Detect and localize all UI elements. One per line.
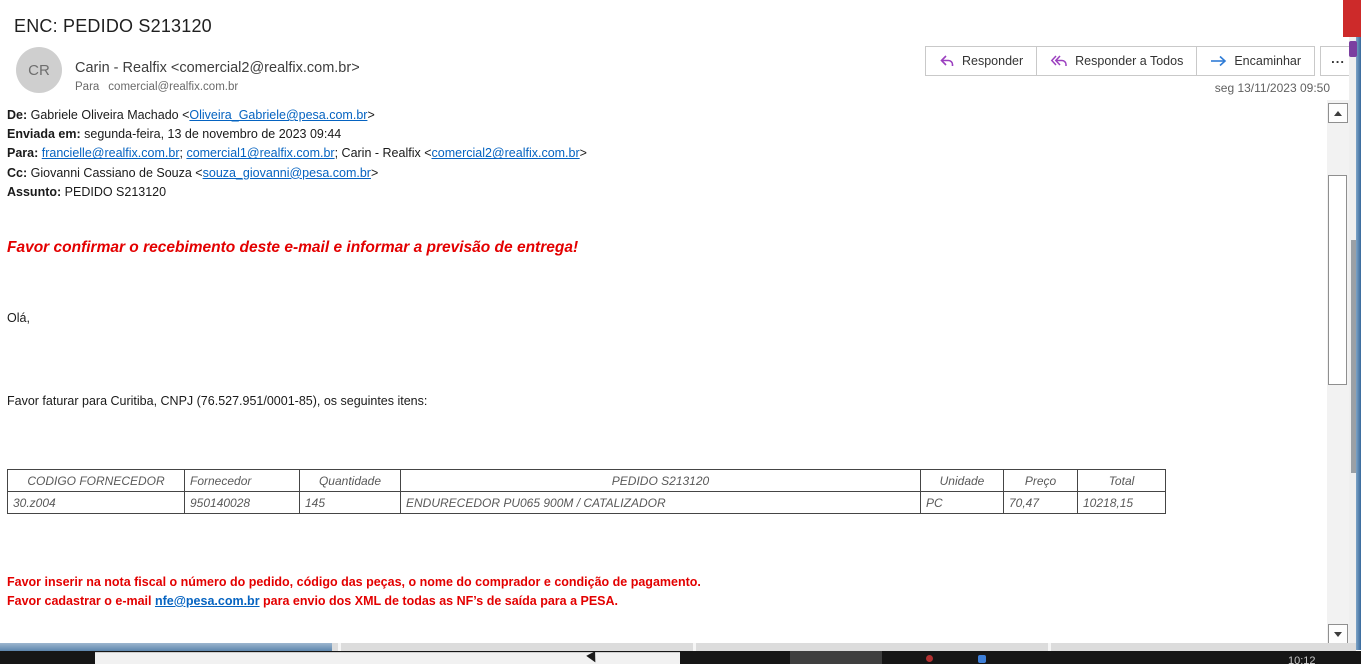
header-line-assunto: Assunto: PEDIDO S213120 — [7, 183, 587, 202]
reply-button[interactable]: Responder — [925, 46, 1037, 76]
text-segment: Gabriele Oliveira Machado < — [31, 108, 190, 122]
reply-icon — [939, 54, 955, 68]
cell-pedido-descricao: ENDURECEDOR PU065 900M / CATALIZADOR — [401, 492, 921, 514]
scrollbar-divider — [1048, 643, 1051, 651]
col-quantidade: Quantidade — [300, 470, 401, 492]
to-label: Para — [75, 81, 99, 93]
message-subject: ENC: PEDIDO S213120 — [14, 16, 212, 37]
background-close-button[interactable] — [1343, 0, 1361, 37]
text-segment: Favor cadastrar o e-mail — [7, 594, 155, 608]
vertical-scrollbar-thumb[interactable] — [1328, 175, 1347, 385]
cell-quantidade: 145 — [300, 492, 401, 514]
scrollbar-divider — [338, 643, 341, 651]
scroll-up-button[interactable] — [1328, 103, 1348, 123]
horizontal-scrollbar-thumb[interactable] — [0, 643, 332, 651]
triangle-down-icon — [1334, 632, 1342, 637]
reply-all-label: Responder a Todos — [1075, 54, 1183, 68]
email-link[interactable]: comercial2@realfix.com.br — [432, 146, 580, 160]
received-timestamp: seg 13/11/2023 09:50 — [1215, 81, 1330, 95]
taskbar-app-button[interactable] — [790, 651, 882, 664]
footer-notes: Favor inserir na nota fiscal o número do… — [7, 573, 701, 611]
avatar-initials: CR — [28, 62, 50, 79]
email-link[interactable]: souza_giovanni@pesa.com.br — [203, 166, 371, 180]
sender-name[interactable]: Carin - Realfix <comercial2@realfix.com.… — [75, 60, 360, 76]
footer-note-1: Favor inserir na nota fiscal o número do… — [7, 573, 701, 592]
text-segment: > — [367, 108, 374, 122]
email-link[interactable]: comercial1@realfix.com.br — [186, 146, 334, 160]
forward-label: Encaminhar — [1234, 54, 1301, 68]
header-line-enviada: Enviada em: segunda-feira, 13 de novembr… — [7, 125, 587, 144]
cell-total: 10218,15 — [1078, 492, 1166, 514]
ellipsis-icon: ... — [1331, 51, 1345, 66]
background-icon-fragment — [1349, 41, 1357, 57]
text-segment: Assunto: — [7, 185, 65, 199]
cell-codigo-fornecedor: 30.z004 — [8, 492, 185, 514]
order-table-header-row: CODIGO FORNECEDOR Fornecedor Quantidade … — [8, 470, 1166, 492]
horizontal-scrollbar[interactable] — [0, 643, 1356, 651]
billing-instruction: Favor faturar para Curitiba, CNPJ (76.52… — [7, 394, 427, 408]
header-line-cc: Cc: Giovanni Cassiano de Souza <souza_gi… — [7, 164, 587, 183]
window-border-blue — [1356, 0, 1361, 650]
taskbar-clock[interactable]: 10:12 — [1288, 655, 1316, 664]
email-headers: De: Gabriele Oliveira Machado <Oliveira_… — [7, 106, 587, 202]
text-segment: Enviada em: — [7, 127, 84, 141]
triangle-up-icon — [1334, 111, 1342, 116]
cell-unidade: PC — [921, 492, 1004, 514]
reply-all-button[interactable]: Responder a Todos — [1037, 46, 1197, 76]
col-unidade: Unidade — [921, 470, 1004, 492]
email-link[interactable]: francielle@realfix.com.br — [42, 146, 180, 160]
order-table: CODIGO FORNECEDOR Fornecedor Quantidade … — [7, 469, 1166, 514]
email-link[interactable]: Oliveira_Gabriele@pesa.com.br — [189, 108, 367, 122]
scrollbar-divider — [693, 643, 696, 651]
order-table-row: 30.z004 950140028 145 ENDURECEDOR PU065 … — [8, 492, 1166, 514]
taskbar-red-icon[interactable] — [926, 655, 933, 662]
col-codigo-fornecedor: CODIGO FORNECEDOR — [8, 470, 185, 492]
col-preco: Preço — [1004, 470, 1078, 492]
outlook-message-window: ENC: PEDIDO S213120 CR Carin - Realfix <… — [0, 0, 1361, 664]
forward-icon — [1210, 55, 1227, 67]
to-address[interactable]: comercial@realfix.com.br — [108, 81, 238, 93]
forward-button[interactable]: Encaminhar — [1197, 46, 1315, 76]
vertical-scrollbar[interactable] — [1327, 100, 1349, 646]
taskbar-blue-icon[interactable] — [978, 655, 986, 663]
cell-fornecedor: 950140028 — [185, 492, 300, 514]
recipient-line: Para comercial@realfix.com.br — [75, 81, 238, 93]
header-line-de: De: Gabriele Oliveira Machado <Oliveira_… — [7, 106, 587, 125]
text-segment: Cc: — [7, 166, 31, 180]
greeting-text: Olá, — [7, 311, 30, 325]
reply-all-icon — [1050, 54, 1068, 68]
text-segment: De: — [7, 108, 31, 122]
text-segment: Giovanni Cassiano de Souza < — [31, 166, 203, 180]
text-segment: para envio dos XML de todas as NF’s de s… — [260, 594, 618, 608]
col-pedido: PEDIDO S213120 — [401, 470, 921, 492]
text-segment: Para: — [7, 146, 42, 160]
taskbar: 10:12 — [0, 651, 1361, 664]
message-actions: Responder Responder a Todos Encaminhar — [925, 46, 1356, 76]
scroll-down-button[interactable] — [1328, 624, 1348, 644]
text-segment: ; Carin - Realfix < — [335, 146, 432, 160]
text-segment: segunda-feira, 13 de novembro de 2023 09… — [84, 127, 341, 141]
cell-preco: 70,47 — [1004, 492, 1078, 514]
sender-avatar[interactable]: CR — [16, 47, 62, 93]
reply-label: Responder — [962, 54, 1023, 68]
text-segment: > — [580, 146, 587, 160]
confirmation-notice: Favor confirmar o recebimento deste e-ma… — [7, 239, 578, 257]
footer-note-2: Favor cadastrar o e-mail nfe@pesa.com.br… — [7, 592, 701, 611]
col-fornecedor: Fornecedor — [185, 470, 300, 492]
col-total: Total — [1078, 470, 1166, 492]
header-line-para: Para: francielle@realfix.com.br; comerci… — [7, 144, 587, 163]
text-segment: PEDIDO S213120 — [65, 185, 166, 199]
text-segment: > — [371, 166, 378, 180]
email-link[interactable]: nfe@pesa.com.br — [155, 594, 260, 608]
